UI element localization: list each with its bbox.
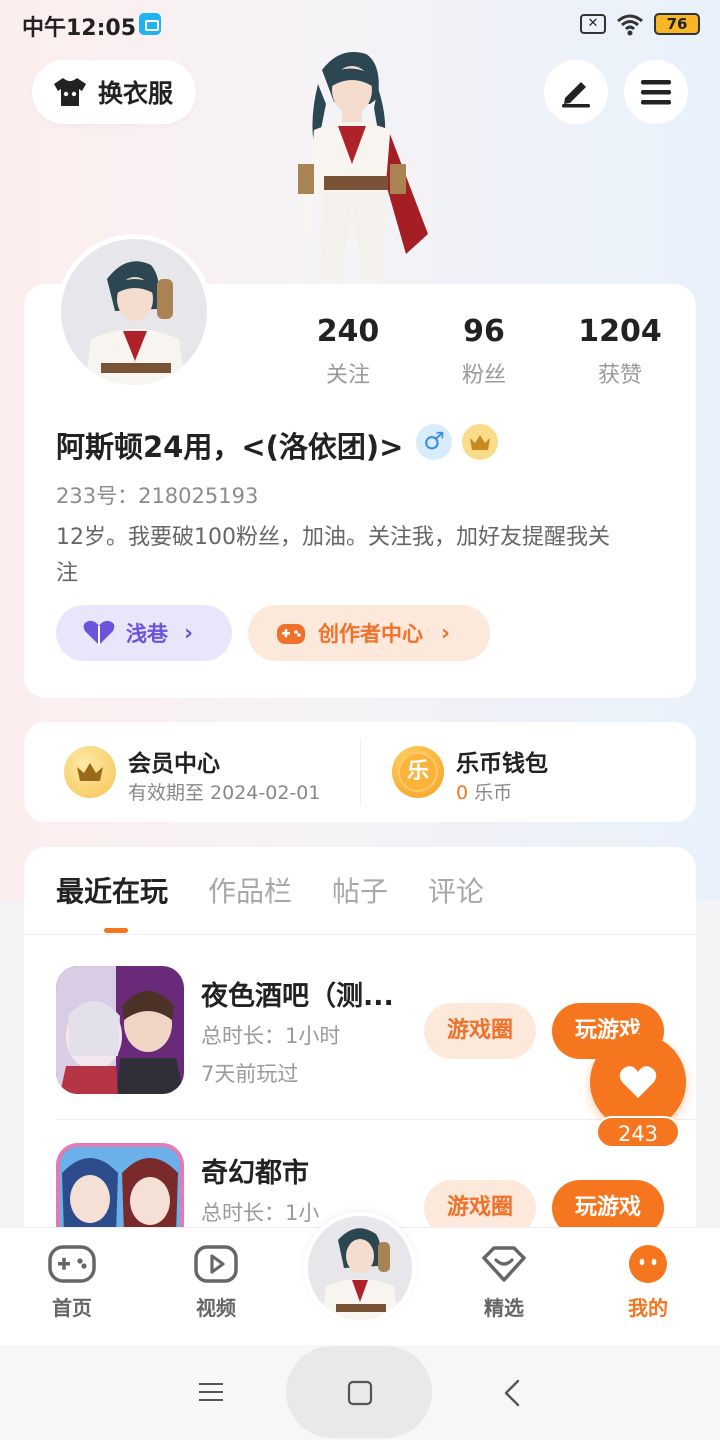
tab-works[interactable]: 作品栏 xyxy=(208,870,292,910)
status-bar: 中午12:05 ✕ 76 xyxy=(0,0,720,48)
likes-label: 获赞 xyxy=(597,363,642,388)
vip-crown-icon xyxy=(64,746,116,798)
user-bio: 12岁。我要破100粉丝，加油。关注我，加好友提醒我关 注 xyxy=(56,520,668,592)
game-last-played: 7天前玩过 xyxy=(201,1062,299,1086)
member-wallet-card: 会员中心 有效期至 2024-02-01 乐 乐币钱包 0 乐币 xyxy=(24,722,696,822)
following-stat[interactable]: 240 关注 xyxy=(288,314,408,389)
following-label: 关注 xyxy=(325,363,370,388)
battery-icon: 76 xyxy=(654,13,700,35)
gamepad-icon xyxy=(277,624,305,644)
qianxiang-button[interactable]: 浅巷 › xyxy=(56,605,232,661)
edit-profile-button[interactable] xyxy=(544,60,608,124)
chevron-right-icon: › xyxy=(184,620,194,646)
pen-icon xyxy=(562,82,590,108)
like-count-badge: 243 xyxy=(596,1116,680,1148)
character-figure[interactable] xyxy=(278,44,448,288)
change-outfit-button[interactable]: 换衣服 xyxy=(32,60,196,124)
purple-heart-icon xyxy=(83,620,115,645)
menu-button[interactable] xyxy=(624,60,688,124)
followers-count: 96 xyxy=(463,314,505,349)
tab-recently-played[interactable]: 最近在玩 xyxy=(56,870,168,910)
game-title: 夜色酒吧（测... xyxy=(201,981,394,1012)
no-sim-icon: ✕ xyxy=(580,14,606,34)
tshirt-icon xyxy=(54,78,86,106)
nav-video-label: 视频 xyxy=(196,1296,236,1320)
qianxiang-label: 浅巷 xyxy=(126,622,168,646)
status-time: 中午12:05 xyxy=(22,16,137,41)
le-coin-icon: 乐 xyxy=(392,746,444,798)
member-expiry: 有效期至 2024-02-01 xyxy=(128,782,321,804)
male-gender-icon: ♂ xyxy=(416,424,452,460)
le-coin-glyph: 乐 xyxy=(398,752,438,792)
likes-stat[interactable]: 1204 获赞 xyxy=(560,314,680,389)
chevron-right-icon: › xyxy=(441,620,451,646)
game-duration: 总时长：1小 xyxy=(201,1201,320,1225)
wallet-balance: 0 乐币 xyxy=(456,778,512,805)
wifi-icon xyxy=(617,14,643,36)
nav-me-label: 我的 xyxy=(628,1296,668,1320)
crown-icon xyxy=(470,435,490,450)
username: 阿斯顿24用，<(洛依团)> xyxy=(56,430,404,464)
game-duration: 总时长：1小时 xyxy=(201,1024,341,1048)
back-icon[interactable] xyxy=(502,1378,522,1408)
nav-video[interactable]: 视频 xyxy=(166,1244,266,1321)
nav-home[interactable]: 首页 xyxy=(22,1244,122,1321)
user-bio-line-1: 12岁。我要破100粉丝，加油。关注我，加好友提醒我关 xyxy=(56,525,610,550)
creator-center-button[interactable]: 创作者中心 › xyxy=(248,605,490,661)
vip-crown-badge[interactable] xyxy=(462,424,498,460)
notification-app-icon xyxy=(139,13,161,35)
video-icon xyxy=(194,1245,238,1283)
nav-home-label: 首页 xyxy=(52,1296,92,1320)
following-count: 240 xyxy=(316,314,380,349)
profile-tabs: 最近在玩 作品栏 帖子 评论 xyxy=(56,870,484,910)
tab-posts[interactable]: 帖子 xyxy=(332,870,388,910)
likes-count: 1204 xyxy=(578,314,662,349)
divider xyxy=(24,934,696,935)
game-circle-button[interactable]: 游戏圈 xyxy=(424,1003,536,1059)
recent-apps-icon[interactable] xyxy=(198,1380,224,1404)
avatar-character-illustration xyxy=(85,261,185,385)
change-outfit-label: 换衣服 xyxy=(98,79,174,108)
divider xyxy=(360,738,361,806)
wallet-title[interactable]: 乐币钱包 xyxy=(456,744,548,778)
menu-icon xyxy=(641,80,671,105)
home-icon[interactable] xyxy=(347,1380,373,1406)
wallet-amount: 0 xyxy=(456,782,469,804)
creator-center-label: 创作者中心 xyxy=(318,622,423,646)
nav-featured[interactable]: 精选 xyxy=(454,1244,554,1321)
heart-diamond-icon xyxy=(482,1246,526,1282)
nav-avatar-center[interactable] xyxy=(304,1212,416,1324)
heart-icon xyxy=(619,1066,657,1098)
followers-stat[interactable]: 96 粉丝 xyxy=(424,314,544,389)
face-icon xyxy=(629,1245,667,1283)
avatar-character-illustration xyxy=(322,1228,398,1320)
member-center-title[interactable]: 会员中心 xyxy=(128,744,220,778)
nav-me[interactable]: 我的 xyxy=(598,1244,698,1321)
user-bio-line-2: 注 xyxy=(56,561,79,586)
followers-label: 粉丝 xyxy=(461,363,506,388)
wallet-unit: 乐币 xyxy=(474,782,513,804)
nav-featured-label: 精选 xyxy=(484,1296,524,1320)
gamepad-icon xyxy=(48,1245,96,1283)
user-id: 233号：218025193 xyxy=(56,484,259,508)
game-thumbnail[interactable] xyxy=(56,966,184,1094)
tab-comments[interactable]: 评论 xyxy=(428,870,484,910)
game-title: 奇幻都市 xyxy=(201,1158,309,1189)
active-tab-indicator xyxy=(104,928,128,933)
avatar[interactable] xyxy=(56,234,212,390)
